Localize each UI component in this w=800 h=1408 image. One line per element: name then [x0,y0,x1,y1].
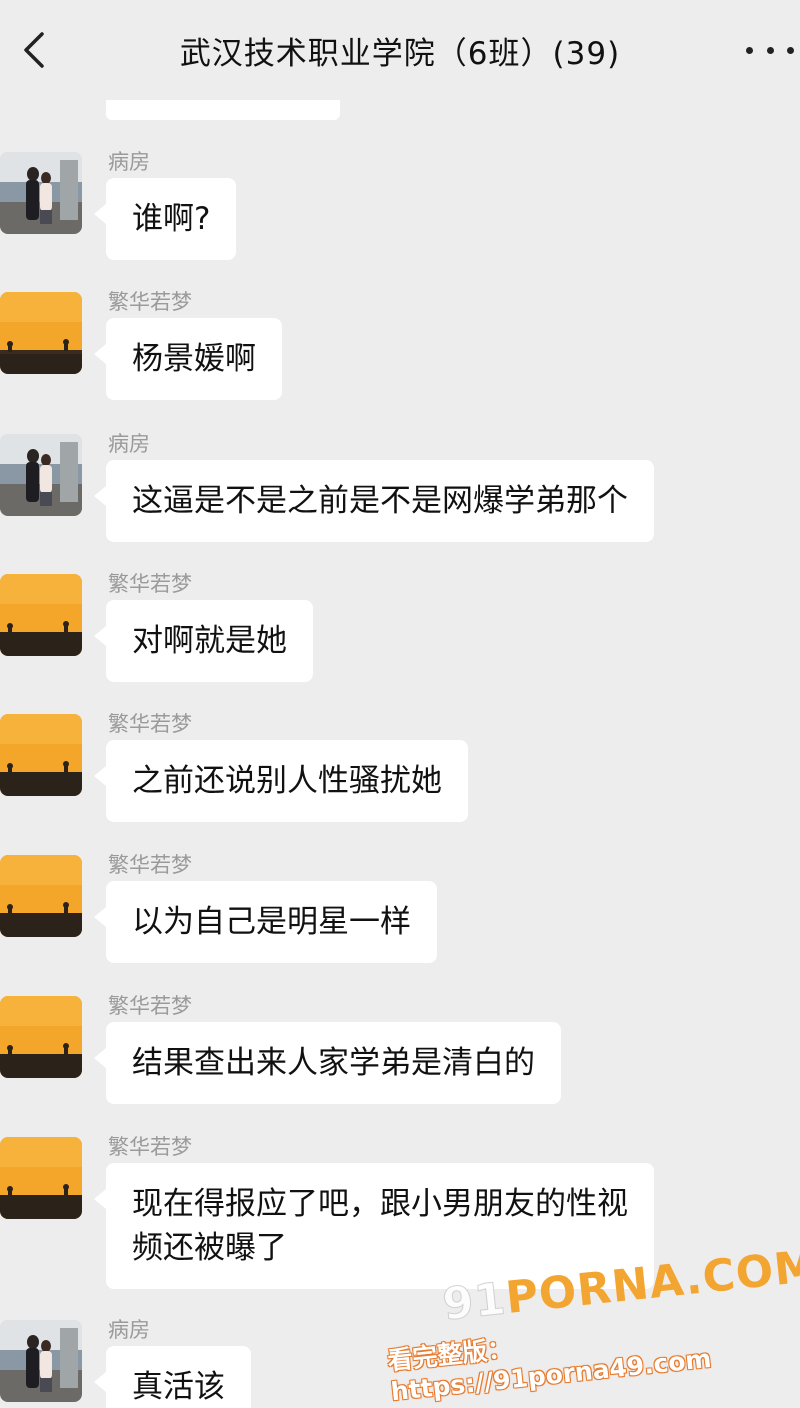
avatar[interactable] [0,152,82,234]
sunset-silhouette-icon [0,574,82,656]
chat-title: 武汉技术职业学院（6班）(39) [179,35,621,72]
avatar[interactable] [0,1320,82,1402]
avatar[interactable] [0,574,82,656]
sender-name: 繁华若梦 [108,572,192,596]
message-bubble[interactable]: 对啊就是她 [94,600,313,682]
sender-name: 病房 [108,432,150,456]
message-bubble[interactable]: 杨景媛啊 [94,318,282,400]
sender-name: 病房 [108,150,150,174]
more-dots-icon [746,46,753,54]
couple-photo-icon [0,1320,82,1402]
message-bubble[interactable]: 结果查出来人家学弟是清白的 [94,1022,561,1104]
sender-name: 繁华若梦 [108,994,192,1018]
message-text-line: 现在得报应了吧，跟小男朋友的性视 [132,1186,628,1222]
message-bubble[interactable]: 真活该 [94,1346,251,1408]
sender-name: 繁华若梦 [108,853,192,877]
avatar[interactable] [0,292,82,374]
message-bubble[interactable]: 谁啊? [93,178,237,260]
sender-name: 繁华若梦 [108,1135,192,1159]
back-button[interactable] [14,30,54,70]
avatar[interactable] [0,855,82,937]
couple-photo-icon [0,152,82,234]
sunset-silhouette-icon [0,855,82,937]
sunset-silhouette-icon [0,292,82,374]
message-bubble[interactable]: 以为自己是明星一样 [94,881,437,963]
avatar[interactable] [0,434,82,516]
message-bubble[interactable]: 之前还说别人性骚扰她 [94,740,468,822]
more-button[interactable] [746,32,794,68]
avatar[interactable] [0,1137,82,1219]
couple-photo-icon [0,434,82,516]
chevron-left-icon [24,32,44,68]
sunset-silhouette-icon [0,996,82,1078]
chat-header: 武汉技术职业学院（6班）(39) [0,0,800,100]
message-bubble[interactable]: 这逼是不是之前是不是网爆学弟那个 [94,460,654,542]
message-text-line: 频还被曝了 [132,1230,287,1266]
avatar[interactable] [0,996,82,1078]
sunset-silhouette-icon [0,714,82,796]
sender-name: 繁华若梦 [108,712,192,736]
avatar[interactable] [0,714,82,796]
sender-name: 病房 [108,1318,150,1342]
sunset-silhouette-icon [0,1137,82,1219]
sender-name: 繁华若梦 [108,290,192,314]
